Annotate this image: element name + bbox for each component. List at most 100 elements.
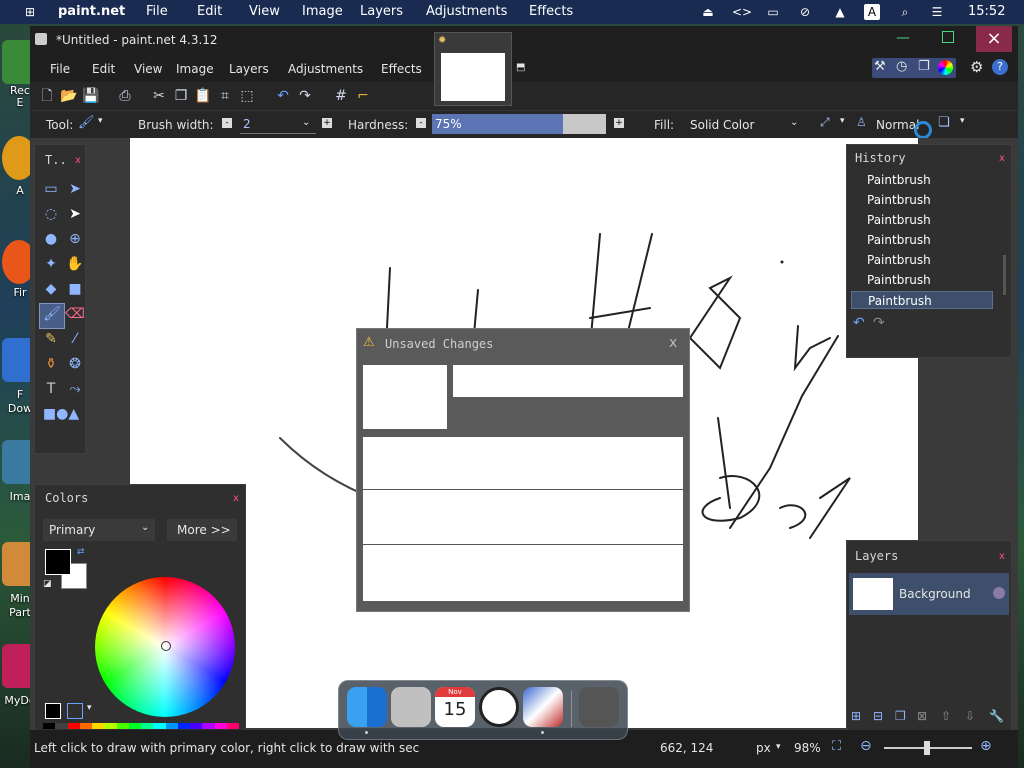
menubar-view[interactable]: View xyxy=(249,4,280,19)
eraser-icon[interactable]: ⌫ xyxy=(65,304,85,324)
tools-toggle-icon[interactable]: ⚒ xyxy=(874,59,886,74)
history-panel-close[interactable]: x xyxy=(999,153,1005,164)
chevron-down-icon[interactable]: ⌄ xyxy=(302,117,310,128)
units-select[interactable]: px xyxy=(756,741,771,755)
zoom-value[interactable]: 98% xyxy=(794,741,821,755)
menu-adjustments[interactable]: Adjustments xyxy=(288,62,363,76)
menubar-image[interactable]: Image xyxy=(302,4,343,19)
image-tab[interactable]: ✹ xyxy=(434,32,512,106)
layers-toggle-icon[interactable]: ❐ xyxy=(918,59,930,74)
history-item[interactable]: Paintbrush xyxy=(851,231,993,249)
layers-panel-close[interactable]: x xyxy=(999,551,1005,562)
lasso-select-icon[interactable]: ◌ xyxy=(41,204,61,224)
triangle-up-icon[interactable]: ▲ xyxy=(832,4,848,20)
color-wheel[interactable] xyxy=(95,577,235,717)
save-icon[interactable]: 💾 xyxy=(82,87,100,105)
history-undo-icon[interactable]: ↶ xyxy=(853,315,865,331)
swap-colors-icon[interactable]: ⇄ xyxy=(77,547,85,557)
recolor-icon[interactable]: ❂ xyxy=(65,354,85,374)
control-center-icon[interactable]: ☰ xyxy=(929,4,945,20)
merge-layer-icon[interactable]: ⊠ xyxy=(917,709,927,723)
chevron-down-icon[interactable]: ▾ xyxy=(960,116,965,126)
palette-swatch[interactable] xyxy=(202,723,215,729)
paintbrush-icon[interactable]: 🖌 xyxy=(39,303,65,329)
layer-item[interactable]: Background xyxy=(849,573,1009,615)
antialiasing-icon[interactable]: ⤢ xyxy=(820,115,830,130)
dialog-dont-save-button[interactable] xyxy=(363,490,683,545)
undo-icon[interactable]: ↶ xyxy=(274,87,292,105)
chevron-down-icon[interactable]: ▾ xyxy=(87,703,92,713)
palette-menu-icon[interactable] xyxy=(67,703,83,719)
blend-mode-icon[interactable]: ♙ xyxy=(856,115,867,129)
pencil-icon[interactable]: ✎ xyxy=(41,329,61,349)
history-item[interactable]: Paintbrush xyxy=(851,191,993,209)
palette-swatch[interactable] xyxy=(116,723,129,729)
color-wheel-handle[interactable] xyxy=(161,641,171,651)
history-toggle-icon[interactable]: ◷ xyxy=(896,59,907,74)
paste-icon[interactable]: 📋 xyxy=(194,87,212,105)
palette-swatch[interactable] xyxy=(79,723,92,729)
chevron-down-icon[interactable]: ▾ xyxy=(840,116,845,126)
cut-icon[interactable]: ✂ xyxy=(150,87,168,105)
brush-width-decrease-button[interactable]: - xyxy=(222,118,232,128)
clone-stamp-icon[interactable]: ⚱ xyxy=(41,354,61,374)
add-layer-icon[interactable]: ⊞ xyxy=(851,709,861,723)
brush-width-increase-button[interactable]: + xyxy=(322,118,332,128)
palette-swatch[interactable] xyxy=(128,723,141,729)
copy-icon[interactable]: ❐ xyxy=(172,87,190,105)
chevron-down-icon[interactable]: ⌄ xyxy=(790,117,798,128)
minimize-icon[interactable]: — xyxy=(896,30,910,46)
tools-panel-close[interactable]: x xyxy=(75,155,81,166)
move-selected-icon[interactable]: ➤ xyxy=(65,179,85,199)
history-scrollbar[interactable] xyxy=(1003,255,1006,295)
close-window-button[interactable]: × xyxy=(976,26,1012,52)
brush-width-field[interactable]: 2 ⌄ xyxy=(240,115,316,134)
move-layer-down-icon[interactable]: ⇩ xyxy=(965,709,975,723)
windows-logo-icon[interactable]: ⊞ xyxy=(22,4,38,20)
history-item[interactable]: Paintbrush xyxy=(851,211,993,229)
palette-swatch[interactable] xyxy=(104,723,117,729)
hardness-increase-button[interactable]: + xyxy=(614,118,624,128)
gradient-icon[interactable]: ■ xyxy=(65,279,85,299)
text-icon[interactable]: T xyxy=(41,379,61,399)
history-redo-icon[interactable]: ↷ xyxy=(873,315,885,331)
pan-hand-icon[interactable]: ✋ xyxy=(65,254,85,274)
menu-effects[interactable]: Effects xyxy=(381,62,422,76)
layer-visibility-checkbox[interactable] xyxy=(993,587,1005,599)
magic-wand-icon[interactable]: ✦ xyxy=(41,254,61,274)
paint-bucket-icon[interactable]: ◆ xyxy=(41,279,61,299)
hardness-slider[interactable]: 75% xyxy=(432,114,606,134)
duplicate-layer-icon[interactable]: ❐ xyxy=(895,709,906,723)
reset-colors-icon[interactable]: ◪ xyxy=(43,579,52,589)
colors-panel-close[interactable]: x xyxy=(233,493,239,504)
chevron-down-icon[interactable]: ▾ xyxy=(98,116,103,126)
move-selection-icon[interactable]: ➤ xyxy=(65,204,85,224)
dialog-close-icon[interactable]: x xyxy=(669,335,677,351)
no-network-icon[interactable]: ⊘ xyxy=(797,4,813,20)
dialog-save-button[interactable] xyxy=(363,437,683,490)
menubar-edit[interactable]: Edit xyxy=(197,4,222,19)
menu-edit[interactable]: Edit xyxy=(92,62,115,76)
palette-swatch[interactable] xyxy=(177,723,190,729)
menubar-app-name[interactable]: paint.net xyxy=(58,4,125,19)
move-layer-up-icon[interactable]: ⇧ xyxy=(941,709,951,723)
new-image-icon[interactable]: 🗋 xyxy=(38,87,56,105)
menu-image[interactable]: Image xyxy=(176,62,214,76)
clock-icon[interactable] xyxy=(479,687,519,727)
deselect-icon[interactable]: ⬚ xyxy=(238,87,256,105)
ellipse-select-icon[interactable]: ● xyxy=(41,229,61,249)
paintbrush-tool-icon[interactable]: 🖌 xyxy=(78,115,95,130)
grid-icon[interactable]: # xyxy=(332,87,350,105)
maximize-icon[interactable] xyxy=(942,31,954,43)
colors-toggle-icon[interactable] xyxy=(938,60,953,75)
layer-properties-icon[interactable]: 🔧 xyxy=(989,709,1004,723)
search-icon[interactable]: ⌕ xyxy=(897,4,913,20)
zoom-out-icon[interactable]: ⊖ xyxy=(860,738,872,754)
palette-swatch[interactable] xyxy=(226,723,239,729)
trash-icon[interactable] xyxy=(579,687,619,727)
rectangle-select-icon[interactable]: ▭ xyxy=(41,179,61,199)
palette-swatch[interactable] xyxy=(190,723,203,729)
blend-mode-value[interactable]: Normal xyxy=(876,118,919,132)
color-picker-icon[interactable]: ⁄ xyxy=(65,329,85,349)
primary-color-swatch[interactable] xyxy=(45,549,71,575)
